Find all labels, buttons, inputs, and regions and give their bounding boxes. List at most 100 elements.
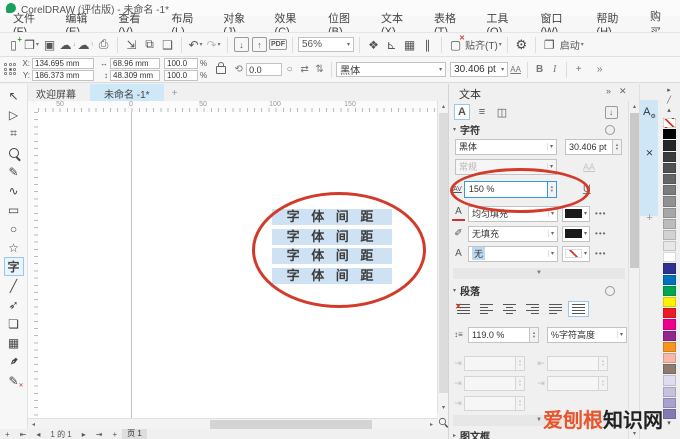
mirror-horizontal-button[interactable]: ⇄ bbox=[297, 62, 312, 78]
launch-window-icon[interactable]: ❐ bbox=[541, 36, 558, 54]
font-style-combo[interactable]: 常规 ▾ bbox=[455, 158, 557, 175]
character-properties-button[interactable]: A bbox=[454, 104, 470, 120]
show-guidelines-button[interactable]: ∥ bbox=[419, 36, 436, 54]
swatch-lavender-mid[interactable] bbox=[662, 397, 676, 408]
add-page-button-left[interactable]: + bbox=[0, 430, 15, 439]
polygon-tool[interactable]: ☆ bbox=[4, 238, 24, 257]
background-color-swatch-combo[interactable]: ▾ bbox=[562, 225, 591, 242]
align-none-button[interactable]: ✕ bbox=[453, 301, 474, 317]
horizontal-scroll-thumb[interactable] bbox=[210, 420, 372, 429]
swatch-gray-40[interactable] bbox=[662, 196, 676, 207]
zoom-tool[interactable] bbox=[4, 143, 24, 162]
collapse-character-icon[interactable]: ▾ bbox=[453, 126, 456, 133]
outline-color-swatch-combo[interactable]: ▾ bbox=[562, 245, 591, 262]
add-page-button-right[interactable]: + bbox=[107, 430, 122, 439]
swatch-navy[interactable] bbox=[662, 263, 676, 274]
redo-button[interactable]: ↷ ▾ bbox=[205, 36, 222, 54]
swatch-gray-20[interactable] bbox=[662, 218, 676, 229]
vertical-scroll-thumb[interactable] bbox=[439, 113, 448, 393]
overflow-button[interactable]: » bbox=[592, 62, 607, 78]
first-page-button[interactable]: ⇤ bbox=[15, 430, 32, 439]
fill-type-combo[interactable]: 均匀填充 ▾ bbox=[468, 205, 558, 222]
outline-width-combo[interactable]: 无 ▾ bbox=[468, 245, 558, 262]
underline-button[interactable]: U bbox=[583, 183, 591, 195]
scale-x-field[interactable]: 100.0 bbox=[164, 58, 198, 69]
italic-button[interactable]: I bbox=[547, 62, 562, 78]
character-expander-button[interactable]: ▼ bbox=[453, 268, 625, 279]
swatch-orange[interactable] bbox=[662, 341, 676, 352]
canvas-text-row-0[interactable]: 字 体 间 距 bbox=[272, 209, 392, 225]
character-options-icon[interactable] bbox=[605, 124, 615, 135]
palette-flyout-icon[interactable]: ▸ bbox=[667, 86, 671, 96]
background-fill-combo[interactable]: 无填充 ▾ bbox=[468, 225, 558, 242]
outline-pen-tool[interactable]: ✎ bbox=[4, 371, 23, 390]
swatch-gray-10[interactable] bbox=[662, 229, 676, 241]
open-button[interactable]: ❒ ▾ bbox=[23, 36, 40, 54]
rotation-angle-field[interactable]: 0.0 bbox=[246, 63, 283, 76]
frame-properties-button[interactable]: ◫ bbox=[494, 104, 510, 120]
canvas-navigator-button[interactable] bbox=[437, 413, 448, 429]
swatch-black[interactable] bbox=[662, 129, 676, 140]
no-color-swatch[interactable] bbox=[662, 118, 676, 129]
text-tool[interactable]: 字 bbox=[3, 257, 24, 276]
swatch-pink[interactable] bbox=[662, 352, 676, 364]
paste-button[interactable]: ❑ bbox=[159, 36, 176, 54]
import-file-button[interactable]: ↓ bbox=[233, 36, 250, 54]
canvas-text-row-3[interactable]: 字 体 间 距 bbox=[272, 268, 392, 285]
fullscreen-button[interactable]: ❖ bbox=[365, 36, 382, 54]
new-document-tab-button[interactable]: + bbox=[164, 86, 186, 101]
swatch-lavender[interactable] bbox=[662, 386, 676, 397]
swatch-purple[interactable] bbox=[662, 330, 676, 341]
page-1-tab[interactable]: 页 1 bbox=[122, 429, 147, 439]
object-width-field[interactable]: 68.96 mm bbox=[110, 58, 160, 69]
font-family-combo[interactable]: 黑体 ▾ bbox=[336, 62, 447, 77]
palette-scroll-down-icon[interactable]: ▾ bbox=[667, 419, 671, 429]
canvas-text-row-2[interactable]: 字 体 间 距 bbox=[272, 248, 392, 265]
swatch-yellow[interactable] bbox=[662, 297, 676, 308]
rectangle-tool[interactable]: ▭ bbox=[4, 200, 24, 219]
next-page-button[interactable]: ▸ bbox=[77, 430, 91, 439]
caps-button[interactable]: AA bbox=[508, 62, 523, 78]
cloud-upload-button[interactable]: ☁ ↑ bbox=[77, 36, 94, 54]
mirror-vertical-button[interactable]: ⇅ bbox=[312, 62, 327, 78]
swatch-green[interactable] bbox=[662, 285, 676, 296]
snap-to-button[interactable]: 贴齐(T) ▾ bbox=[465, 36, 502, 54]
docker-float-icon[interactable]: » bbox=[606, 86, 611, 97]
pen-tool[interactable]: ➶ bbox=[4, 295, 24, 314]
paragraph-options-icon[interactable] bbox=[605, 285, 615, 296]
swatch-gray-50[interactable] bbox=[662, 185, 676, 196]
object-height-field[interactable]: 48.309 mm bbox=[110, 70, 160, 81]
font-size-combo[interactable]: 30.406 pt ▾ bbox=[450, 62, 509, 77]
drawing-canvas[interactable]: 字 体 间 距字 体 间 距字 体 间 距字 体 间 距 bbox=[38, 112, 437, 418]
line-spacing-field[interactable]: 119.0 % bbox=[468, 326, 530, 343]
swatch-slate-purple[interactable] bbox=[662, 408, 676, 420]
shape-tool[interactable]: ▷ bbox=[4, 105, 24, 124]
scale-y-field[interactable]: 100.0 bbox=[164, 70, 198, 81]
tab-untitled-document[interactable]: 未命名 -1* bbox=[90, 84, 164, 101]
export-file-button[interactable]: ↑ bbox=[251, 36, 268, 54]
drop-shadow-tool[interactable]: ❏ bbox=[4, 314, 24, 333]
freehand-tool[interactable]: ✎ bbox=[4, 162, 24, 181]
swatch-blue[interactable] bbox=[662, 274, 676, 285]
docker-close-icon[interactable]: ✕ bbox=[619, 86, 627, 97]
ellipse-tool[interactable]: ○ bbox=[4, 219, 24, 238]
x-position-field[interactable]: 134.695 mm bbox=[32, 58, 94, 69]
zoom-level-combo[interactable]: 56% ▾ bbox=[298, 37, 354, 52]
collapse-paragraph-icon[interactable]: ▾ bbox=[453, 287, 456, 294]
swatch-magenta[interactable] bbox=[662, 319, 676, 330]
bold-button[interactable]: B bbox=[532, 62, 547, 78]
import-styles-icon[interactable]: ↓ bbox=[603, 104, 619, 120]
collapse-frame-icon[interactable]: ▸ bbox=[453, 432, 456, 439]
swatch-white[interactable] bbox=[662, 252, 676, 263]
swatch-gray-5[interactable] bbox=[662, 241, 676, 252]
undo-button[interactable]: ↶ ▾ bbox=[187, 36, 204, 54]
snap-off-icon[interactable]: ▢ ✕ bbox=[447, 35, 465, 54]
object-origin-grid-icon[interactable] bbox=[4, 63, 17, 76]
indent-right-field[interactable] bbox=[547, 375, 599, 391]
swatch-gray-80[interactable] bbox=[662, 151, 676, 162]
copy-button[interactable]: ⧉ bbox=[141, 36, 158, 54]
tab-welcome-screen[interactable]: 欢迎屏幕 bbox=[22, 84, 90, 101]
y-position-field[interactable]: 186.373 mm bbox=[32, 70, 94, 81]
palette-scroll-up-icon[interactable]: ▴ bbox=[667, 106, 671, 116]
docker-font-family-combo[interactable]: 黑体 ▾ bbox=[455, 138, 557, 155]
